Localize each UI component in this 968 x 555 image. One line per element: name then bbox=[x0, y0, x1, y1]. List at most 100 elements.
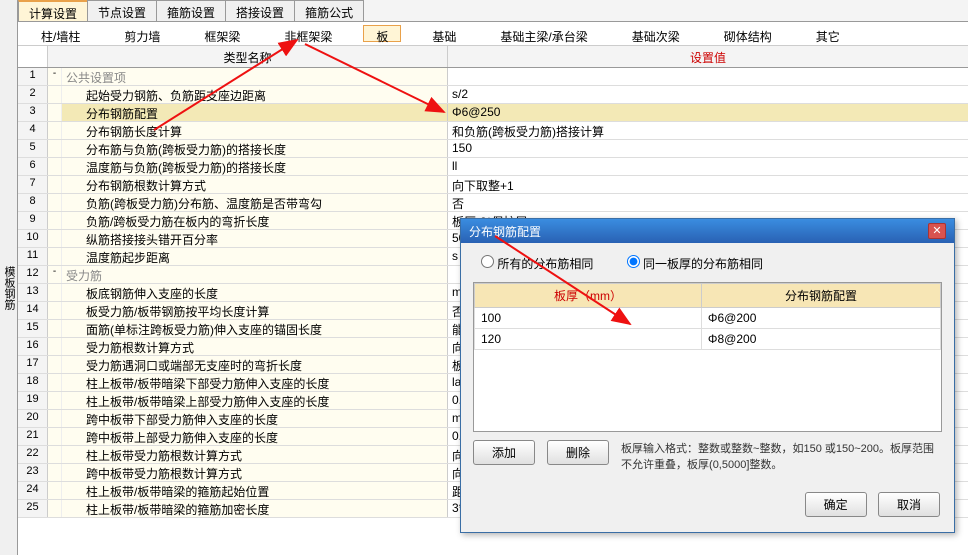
top-tab-0[interactable]: 计算设置 bbox=[18, 0, 88, 21]
row-number: 5 bbox=[18, 140, 48, 157]
top-tab-4[interactable]: 箍筋公式 bbox=[294, 0, 364, 21]
row-value[interactable]: Φ6@250 bbox=[448, 104, 968, 121]
sub-tab-9[interactable]: 其它 bbox=[803, 25, 853, 42]
row-value[interactable]: s/2 bbox=[448, 86, 968, 103]
table-row[interactable]: 5分布筋与负筋(跨板受力筋)的搭接长度150 bbox=[18, 140, 968, 158]
row-name: 分布钢筋长度计算 bbox=[62, 122, 448, 139]
radio-same-thickness[interactable]: 同一板厚的分布筋相同 bbox=[627, 257, 763, 271]
sub-tab-8[interactable]: 砌体结构 bbox=[711, 25, 785, 42]
expand-icon bbox=[48, 248, 62, 265]
row-name: 板受力筋/板带钢筋按平均长度计算 bbox=[62, 302, 448, 319]
sub-tab-3[interactable]: 非框架梁 bbox=[271, 25, 345, 42]
add-button[interactable]: 添加 bbox=[473, 440, 535, 465]
row-number: 6 bbox=[18, 158, 48, 175]
expand-icon bbox=[48, 500, 62, 517]
row-value[interactable]: 150 bbox=[448, 140, 968, 157]
table-row[interactable]: 1-公共设置项 bbox=[18, 68, 968, 86]
header-value: 设置值 bbox=[448, 46, 968, 67]
expand-icon bbox=[48, 446, 62, 463]
row-name: 受力筋遇洞口或端部无支座时的弯折长度 bbox=[62, 356, 448, 373]
row-number: 20 bbox=[18, 410, 48, 427]
row-name: 负筋/跨板受力筋在板内的弯折长度 bbox=[62, 212, 448, 229]
top-tab-2[interactable]: 箍筋设置 bbox=[156, 0, 226, 21]
row-value[interactable]: 和负筋(跨板受力筋)搭接计算 bbox=[448, 122, 968, 139]
expand-icon bbox=[48, 392, 62, 409]
row-name: 跨中板带下部受力筋伸入支座的长度 bbox=[62, 410, 448, 427]
row-number: 11 bbox=[18, 248, 48, 265]
expand-icon bbox=[48, 320, 62, 337]
row-name: 公共设置项 bbox=[62, 68, 448, 85]
row-number: 14 bbox=[18, 302, 48, 319]
close-icon[interactable]: ✕ bbox=[928, 223, 946, 239]
sub-tab-4[interactable]: 板 bbox=[363, 25, 401, 42]
table-row[interactable]: 2起始受力钢筋、负筋距支座边距离s/2 bbox=[18, 86, 968, 104]
expand-icon bbox=[48, 410, 62, 427]
radio-all-same[interactable]: 所有的分布筋相同 bbox=[481, 257, 593, 271]
row-number: 7 bbox=[18, 176, 48, 193]
thickness-table[interactable]: 板厚（mm） 分布钢筋配置 100Φ6@200120Φ8@200 bbox=[473, 282, 942, 432]
row-name: 受力筋根数计算方式 bbox=[62, 338, 448, 355]
row-number: 9 bbox=[18, 212, 48, 229]
table-row[interactable]: 6 温度筋与负筋(跨板受力筋)的搭接长度ll bbox=[18, 158, 968, 176]
sub-tab-1[interactable]: 剪力墙 bbox=[111, 25, 173, 42]
row-number: 1 bbox=[18, 68, 48, 85]
expand-icon bbox=[48, 464, 62, 481]
dialog-title-text: 分布钢筋配置 bbox=[469, 223, 541, 239]
row-name: 柱上板带/板带暗梁下部受力筋伸入支座的长度 bbox=[62, 374, 448, 391]
top-tab-3[interactable]: 搭接设置 bbox=[225, 0, 295, 21]
row-number: 8 bbox=[18, 194, 48, 211]
sub-tab-5[interactable]: 基础 bbox=[419, 25, 469, 42]
sub-tab-6[interactable]: 基础主梁/承台梁 bbox=[487, 25, 600, 42]
distribution-rebar-dialog: 分布钢筋配置 ✕ 所有的分布筋相同 同一板厚的分布筋相同 板厚（mm） 分布钢筋… bbox=[460, 218, 955, 533]
table-row[interactable]: 3分布钢筋配置Φ6@250 bbox=[18, 104, 968, 122]
top-tab-bar: 计算设置节点设置箍筋设置搭接设置箍筋公式 bbox=[18, 0, 968, 22]
sub-tab-7[interactable]: 基础次梁 bbox=[619, 25, 693, 42]
hint-text: 板厚输入格式：整数或整数~整数，如150 或150~200。板厚范围不允许重叠，… bbox=[621, 440, 942, 472]
table-row[interactable]: 7分布钢筋根数计算方式向下取整+1 bbox=[18, 176, 968, 194]
expand-icon bbox=[48, 194, 62, 211]
thickness-row[interactable]: 120Φ8@200 bbox=[475, 329, 941, 350]
expand-icon bbox=[48, 158, 62, 175]
row-number: 13 bbox=[18, 284, 48, 301]
row-number: 12 bbox=[18, 266, 48, 283]
table-row[interactable]: 8 负筋(跨板受力筋)分布筋、温度筋是否带弯勾否 bbox=[18, 194, 968, 212]
vertical-side-tab[interactable]: 模板钢筋 bbox=[0, 0, 18, 555]
dialog-titlebar[interactable]: 分布钢筋配置 ✕ bbox=[461, 219, 954, 243]
row-number: 2 bbox=[18, 86, 48, 103]
row-value[interactable]: 否 bbox=[448, 194, 968, 211]
grid-header: 类型名称 设置值 bbox=[18, 46, 968, 68]
delete-button[interactable]: 删除 bbox=[547, 440, 609, 465]
row-number: 15 bbox=[18, 320, 48, 337]
row-number: 17 bbox=[18, 356, 48, 373]
expand-icon bbox=[48, 140, 62, 157]
cancel-button[interactable]: 取消 bbox=[878, 492, 940, 517]
sub-tab-0[interactable]: 柱/墙柱 bbox=[28, 25, 93, 42]
row-name: 温度筋与负筋(跨板受力筋)的搭接长度 bbox=[62, 158, 448, 175]
row-number: 22 bbox=[18, 446, 48, 463]
expand-icon[interactable]: - bbox=[48, 68, 62, 85]
row-value[interactable]: 向下取整+1 bbox=[448, 176, 968, 193]
row-number: 19 bbox=[18, 392, 48, 409]
row-value[interactable] bbox=[448, 68, 968, 85]
row-name: 跨中板带上部受力筋伸入支座的长度 bbox=[62, 428, 448, 445]
row-name: 柱上板带受力筋根数计算方式 bbox=[62, 446, 448, 463]
thickness-row[interactable]: 100Φ6@200 bbox=[475, 308, 941, 329]
expand-icon bbox=[48, 230, 62, 247]
row-value[interactable]: ll bbox=[448, 158, 968, 175]
expand-icon bbox=[48, 212, 62, 229]
sub-tab-bar: 柱/墙柱 剪力墙 框架梁 非框架梁 板 基础 基础主梁/承台梁 基础次梁 砌体结构 其它 bbox=[18, 22, 968, 46]
row-name: 柱上板带/板带暗梁的箍筋加密长度 bbox=[62, 500, 448, 517]
table-row[interactable]: 4 分布钢筋长度计算和负筋(跨板受力筋)搭接计算 bbox=[18, 122, 968, 140]
row-number: 4 bbox=[18, 122, 48, 139]
row-number: 21 bbox=[18, 428, 48, 445]
expand-icon bbox=[48, 176, 62, 193]
row-name: 负筋(跨板受力筋)分布筋、温度筋是否带弯勾 bbox=[62, 194, 448, 211]
expand-icon bbox=[48, 284, 62, 301]
top-tab-1[interactable]: 节点设置 bbox=[87, 0, 157, 21]
expand-icon bbox=[48, 302, 62, 319]
header-type-name: 类型名称 bbox=[48, 46, 448, 67]
ok-button[interactable]: 确定 bbox=[805, 492, 867, 517]
expand-icon[interactable]: - bbox=[48, 266, 62, 283]
sub-tab-2[interactable]: 框架梁 bbox=[191, 25, 253, 42]
row-name: 纵筋搭接接头错开百分率 bbox=[62, 230, 448, 247]
